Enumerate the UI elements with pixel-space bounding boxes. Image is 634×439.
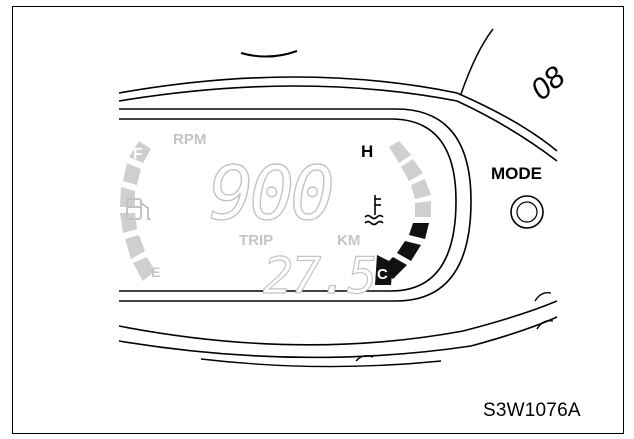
figure-id-label: S3W1076A bbox=[483, 400, 581, 421]
temp-cold-label: C bbox=[377, 266, 388, 283]
meter-panel-illustration: F E RPM 900 TRIP KM 27.5 H C MODE 08 bbox=[118, 28, 572, 368]
housing-outer-bottom bbox=[118, 300, 558, 346]
housing-right-curve-inner bbox=[456, 100, 558, 162]
housing-outer-top bbox=[118, 76, 458, 94]
speedometer-rim bbox=[460, 28, 494, 95]
fuel-empty-label: E bbox=[151, 264, 160, 280]
fuel-segment bbox=[125, 235, 145, 259]
housing-inner-top bbox=[118, 85, 458, 102]
temp-hot-label: H bbox=[361, 142, 373, 161]
temp-segment bbox=[389, 141, 411, 163]
right-notch-2 bbox=[536, 319, 554, 330]
temp-segment bbox=[397, 241, 421, 261]
housing-lower-bottom bbox=[200, 358, 442, 368]
mode-label: MODE bbox=[491, 164, 542, 183]
temperature-gauge bbox=[375, 141, 431, 285]
trip-value: 27.5 bbox=[263, 247, 375, 305]
speedometer-digits: 08 bbox=[525, 60, 572, 107]
temp-segment bbox=[415, 201, 431, 217]
rpm-value: 900 bbox=[209, 151, 332, 237]
fuel-full-label: F bbox=[133, 146, 143, 163]
temp-segment bbox=[401, 159, 423, 181]
right-notch-1 bbox=[534, 291, 552, 302]
mode-button-inner bbox=[516, 201, 538, 223]
figure-frame: F E RPM 900 TRIP KM 27.5 H C MODE 08 S3W… bbox=[12, 6, 624, 434]
rpm-label: RPM bbox=[173, 131, 206, 148]
coolant-temperature-icon bbox=[364, 195, 384, 226]
temp-segment bbox=[411, 179, 431, 199]
fuel-segment bbox=[123, 163, 141, 185]
housing-top-arc bbox=[240, 50, 298, 58]
fuel-segment bbox=[120, 213, 137, 233]
temp-segment bbox=[409, 223, 429, 239]
